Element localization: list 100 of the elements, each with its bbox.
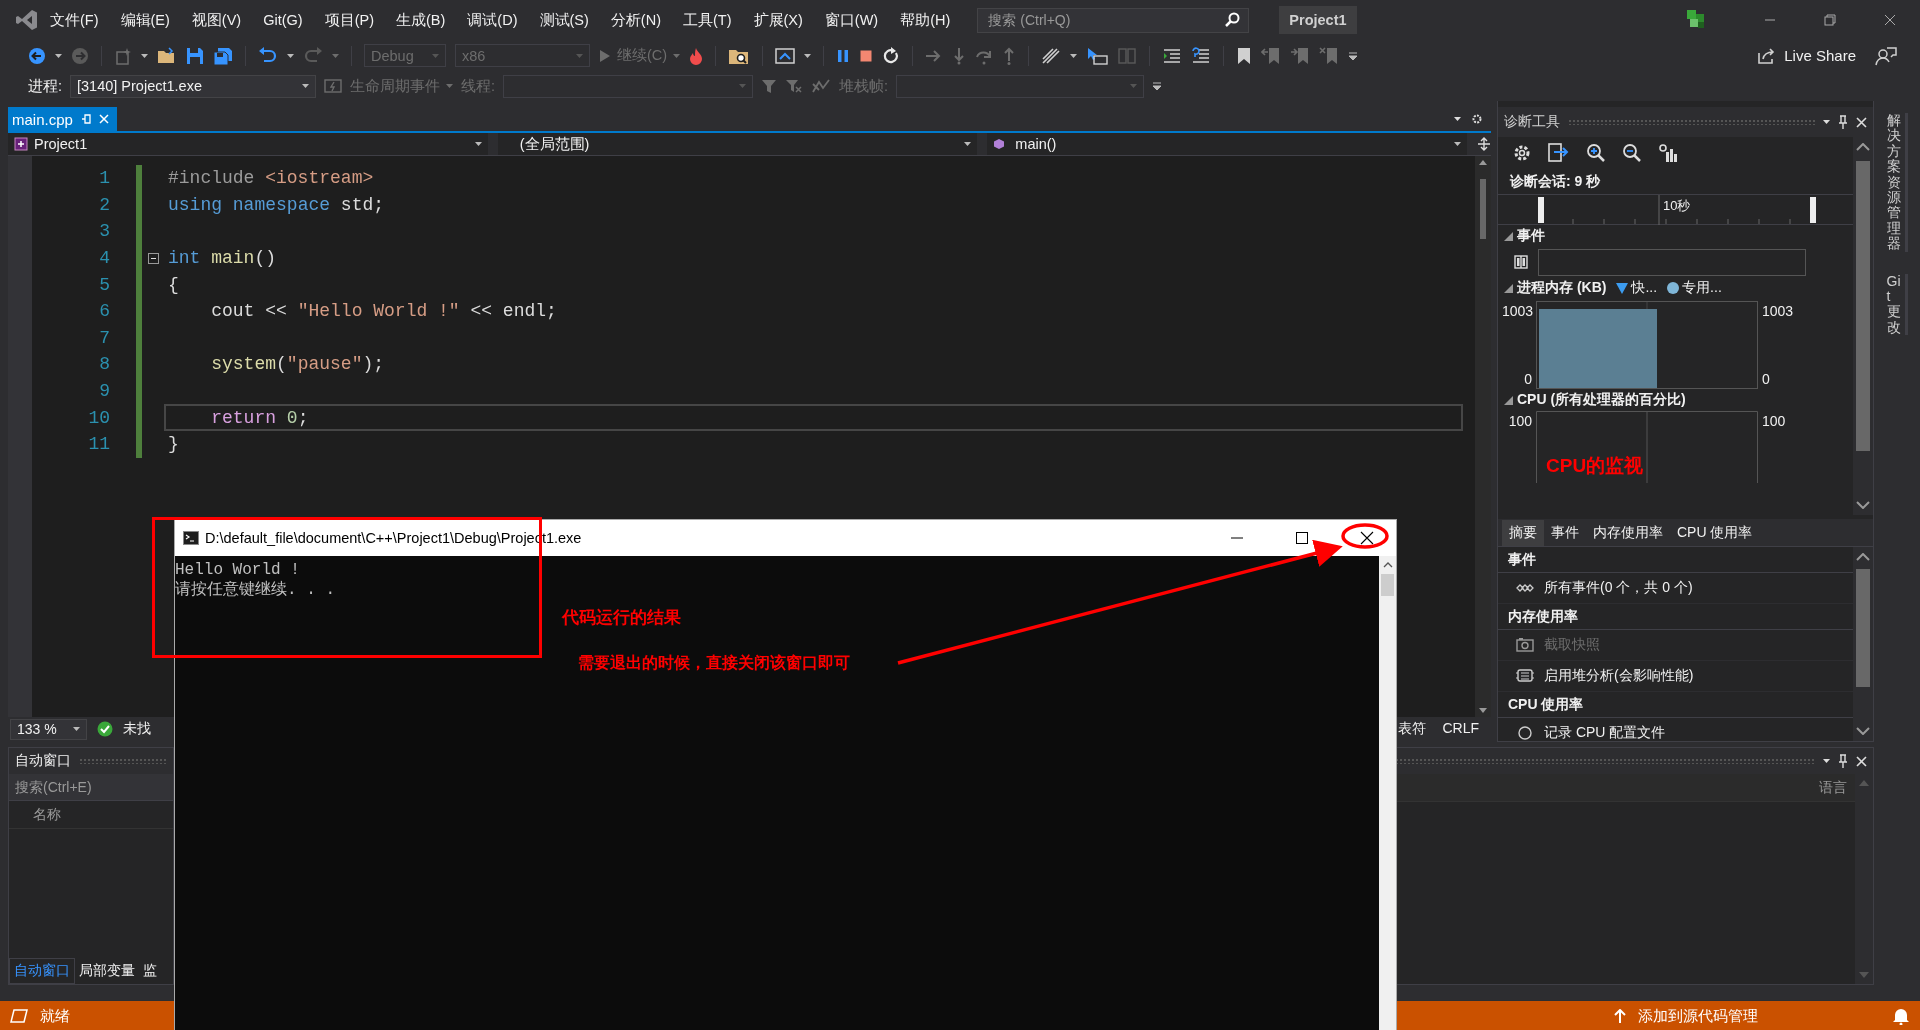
- panel-tab[interactable]: 内存使用率: [1586, 519, 1670, 546]
- menu-item[interactable]: 分析(N): [599, 6, 672, 34]
- panel-tab[interactable]: 局部变量: [75, 959, 139, 983]
- feedback-icon[interactable]: [1875, 45, 1897, 66]
- menu-item[interactable]: 编辑(E): [109, 6, 181, 34]
- menu-item[interactable]: 项目(P): [313, 6, 385, 34]
- new-item-icon[interactable]: [114, 46, 132, 65]
- side-tab[interactable]: Git 更改: [1886, 273, 1908, 336]
- open-folder-icon[interactable]: [157, 46, 177, 65]
- zoom-in-icon[interactable]: [1586, 143, 1606, 163]
- down-caret-icon[interactable]: [1856, 727, 1870, 735]
- down-caret-icon[interactable]: [1856, 501, 1870, 509]
- indent-status[interactable]: 表符: [1398, 720, 1427, 738]
- search-box[interactable]: 搜索(Ctrl+E): [9, 774, 173, 801]
- menu-item[interactable]: Git(G): [252, 8, 314, 32]
- bookmark-previous-icon[interactable]: [1261, 46, 1282, 65]
- caret-icon[interactable]: [141, 53, 148, 58]
- pause-column-icon[interactable]: [1514, 255, 1528, 269]
- summary-item[interactable]: 启用堆分析(会影响性能): [1498, 661, 1853, 692]
- collapse-icon[interactable]: [1504, 395, 1513, 405]
- split-icon[interactable]: [1477, 137, 1491, 151]
- collapse-icon[interactable]: [1504, 283, 1513, 293]
- caret-icon[interactable]: [964, 142, 972, 146]
- search-field[interactable]: 搜索(Ctrl+E): [15, 779, 167, 795]
- caret-icon[interactable]: [1823, 759, 1830, 763]
- caret-icon[interactable]: [804, 53, 812, 58]
- export-icon[interactable]: [1548, 143, 1570, 163]
- caret-icon[interactable]: [287, 53, 294, 58]
- settings-icon[interactable]: [1471, 113, 1483, 125]
- down-arrow-icon[interactable]: [952, 46, 967, 65]
- overflow-icon[interactable]: [1152, 80, 1163, 92]
- lifecycle-icon[interactable]: [324, 78, 343, 94]
- menu-item[interactable]: 扩展(X): [742, 6, 814, 34]
- upload-arrow-icon[interactable]: [1614, 1009, 1626, 1023]
- search-field[interactable]: 搜索 (Ctrl+Q): [986, 11, 1225, 29]
- collapse-icon[interactable]: [147, 252, 159, 264]
- scrollbar[interactable]: [1853, 547, 1873, 741]
- restart-icon[interactable]: [882, 46, 901, 65]
- down-caret-icon[interactable]: [1479, 708, 1487, 713]
- collapse-icon[interactable]: [1504, 231, 1513, 241]
- project-dropdown[interactable]: Project1: [8, 133, 488, 155]
- scrollbar-thumb[interactable]: [1480, 179, 1486, 239]
- bookmark-clear-icon[interactable]: [1319, 46, 1340, 65]
- save-icon[interactable]: [186, 46, 204, 65]
- scrollbar[interactable]: [1853, 137, 1873, 515]
- scrollbar[interactable]: [1475, 156, 1491, 717]
- pin-icon[interactable]: [1838, 754, 1848, 768]
- menu-item[interactable]: 视图(V): [180, 6, 253, 34]
- caret-icon[interactable]: [1454, 117, 1461, 121]
- back-icon[interactable]: [28, 46, 46, 65]
- scrollbar-thumb[interactable]: [1381, 574, 1394, 596]
- caret-icon[interactable]: [1454, 142, 1461, 146]
- pin-icon[interactable]: [1838, 115, 1848, 129]
- summary-item[interactable]: 所有事件(0 个，共 0 个): [1498, 573, 1853, 604]
- member-dropdown[interactable]: main(): [987, 133, 1467, 155]
- search-box[interactable]: 搜索 (Ctrl+Q): [977, 7, 1250, 33]
- column-header[interactable]: 语言: [1819, 778, 1847, 797]
- vs-logo-icon[interactable]: [15, 8, 39, 32]
- live-share-button[interactable]: Live Share: [1746, 46, 1866, 65]
- panel-tab[interactable]: 自动窗口: [9, 958, 75, 984]
- maximize-icon[interactable]: [1295, 532, 1308, 544]
- up-caret-icon[interactable]: [1382, 562, 1393, 568]
- comment-lines-icon[interactable]: [1191, 46, 1212, 65]
- caret-icon[interactable]: [474, 142, 482, 146]
- issues-status[interactable]: 未找: [122, 720, 151, 738]
- menu-item[interactable]: 窗口(W): [813, 6, 890, 34]
- scope-dropdown[interactable]: (全局范围): [497, 133, 978, 155]
- restore-icon[interactable]: [1824, 14, 1836, 26]
- close-icon[interactable]: [1359, 531, 1374, 545]
- caret-icon[interactable]: [302, 84, 310, 88]
- menu-item[interactable]: 帮助(H): [889, 6, 962, 34]
- pause-icon[interactable]: [836, 47, 851, 64]
- process-dropdown[interactable]: [3140] Project1.exe: [70, 74, 317, 98]
- filter-clear-icon[interactable]: [785, 78, 804, 94]
- flame-icon[interactable]: [689, 46, 704, 65]
- undo-icon[interactable]: [258, 46, 278, 65]
- indent-lines-icon[interactable]: [1162, 46, 1183, 65]
- up-caret-icon[interactable]: [1479, 160, 1487, 165]
- scrollbar-thumb[interactable]: [1856, 161, 1870, 451]
- chart-settings-icon[interactable]: [1658, 143, 1678, 163]
- panel-tab[interactable]: CPU 使用率: [1670, 519, 1760, 546]
- zoom-out-icon[interactable]: [1622, 143, 1642, 163]
- menu-item[interactable]: 工具(T): [672, 6, 743, 34]
- hatched-arrows-icon[interactable]: [1041, 46, 1062, 65]
- bookmark-next-icon[interactable]: [1290, 46, 1311, 65]
- side-tab[interactable]: 解决方案资源管理器: [1886, 113, 1908, 252]
- bookmark-icon[interactable]: [1236, 46, 1253, 65]
- panel-tab[interactable]: 摘要: [1502, 519, 1544, 546]
- scrollbar[interactable]: [1379, 556, 1396, 1030]
- up-caret-icon[interactable]: [1856, 553, 1870, 561]
- column-header[interactable]: 名称: [33, 805, 61, 824]
- zoom-dropdown[interactable]: 133 %: [10, 718, 87, 740]
- panel-tab[interactable]: 事件: [1544, 519, 1586, 546]
- overflow-icon[interactable]: [1348, 49, 1359, 62]
- line-ending-status[interactable]: CRLF: [1442, 720, 1479, 738]
- pointer-window-icon[interactable]: [1086, 46, 1109, 65]
- source-control-button[interactable]: 添加到源代码管理: [1638, 1006, 1758, 1026]
- menu-item[interactable]: 文件(F): [39, 6, 110, 34]
- save-all-icon[interactable]: [213, 46, 233, 65]
- panel-tab[interactable]: 监: [139, 959, 161, 983]
